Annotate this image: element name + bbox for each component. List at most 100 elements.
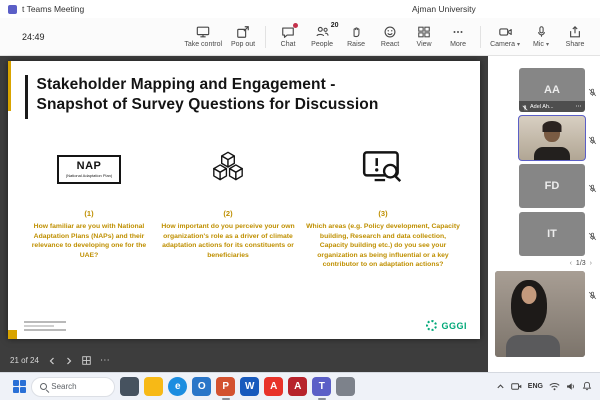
search-icon	[40, 383, 47, 390]
question-columns: NAP (National Adaptation Plan) (1) How f…	[8, 141, 480, 270]
edge-icon[interactable]: e	[168, 377, 187, 396]
screen-alert-icon	[360, 149, 406, 190]
participant-row: IT	[488, 212, 600, 256]
camera-icon	[498, 25, 513, 39]
mic-muted-icon	[588, 287, 597, 305]
title-rule	[25, 75, 28, 119]
camera-button[interactable]: Camera▾	[486, 23, 524, 50]
view-button[interactable]: View	[407, 23, 441, 50]
teams-icon[interactable]: T	[312, 377, 331, 396]
pagination-label: 1/3	[576, 260, 586, 267]
participant-more-button[interactable]: ⋯	[576, 103, 583, 110]
participant-tile-fd[interactable]: FD	[519, 164, 585, 208]
page-next-button[interactable]: ›	[590, 260, 592, 267]
gggi-logo-text: GGGI	[441, 321, 467, 331]
take-control-button[interactable]: Take control	[180, 23, 226, 50]
more-options-button[interactable]: ⋯	[100, 358, 111, 364]
windows-taskbar: Search e O P W A A T ENG	[0, 372, 600, 400]
question-column-2: (2) How important do you perceive your o…	[157, 141, 299, 270]
more-button[interactable]: More	[441, 23, 475, 50]
file-explorer-icon[interactable]	[144, 377, 163, 396]
participant-tile-aa[interactable]: AA Adel Ah... ⋯	[519, 68, 585, 112]
raise-hand-button[interactable]: Raise	[339, 23, 373, 50]
gggi-ring-icon	[426, 320, 437, 331]
acrobat-icon[interactable]: A	[264, 377, 283, 396]
view-label: View	[417, 41, 432, 48]
language-indicator[interactable]: ENG	[528, 383, 543, 390]
pop-out-label: Pop out	[231, 41, 255, 48]
camera-label: Camera	[490, 41, 515, 48]
search-label: Search	[51, 382, 76, 391]
mic-label: Mic	[533, 41, 544, 48]
people-icon	[315, 25, 330, 39]
participant-tile-it[interactable]: IT	[519, 212, 585, 256]
start-button[interactable]	[13, 380, 26, 393]
people-button[interactable]: 20 People	[305, 23, 339, 50]
window-title: t Teams Meeting	[22, 4, 84, 14]
tray-expand-icon[interactable]	[496, 378, 505, 396]
participant-tile-video[interactable]	[519, 116, 585, 160]
question-number: (2)	[223, 209, 232, 218]
main-area: Stakeholder Mapping and Engagement - Sna…	[0, 56, 600, 372]
desktop-app-icon[interactable]	[120, 377, 139, 396]
powerpoint-icon[interactable]: P	[216, 377, 235, 396]
question-number: (1)	[84, 209, 93, 218]
notification-bell-icon[interactable]	[582, 378, 592, 396]
share-button[interactable]: Share	[558, 23, 592, 50]
react-label: React	[381, 41, 399, 48]
more-dots-icon	[451, 25, 465, 39]
avatar-initials: IT	[519, 212, 585, 256]
question-column-3: (3) Which areas (e.g. Policy development…	[302, 141, 464, 270]
toolbar-separator	[265, 26, 266, 48]
chevron-down-icon[interactable]: ▾	[546, 41, 549, 48]
smiley-icon	[383, 25, 397, 39]
nap-box-icon: NAP (National Adaptation Plan)	[57, 155, 121, 184]
slide-title-line2: Snapshot of Survey Questions for Discuss…	[37, 95, 379, 115]
chat-notification-dot	[293, 23, 298, 28]
previous-slide-button[interactable]	[48, 357, 56, 365]
chat-button[interactable]: Chat	[271, 23, 305, 50]
slide-title-line1: Stakeholder Mapping and Engagement -	[37, 75, 379, 95]
share-icon	[568, 25, 582, 39]
monitor-icon	[196, 25, 210, 39]
chevron-down-icon[interactable]: ▾	[517, 41, 520, 48]
react-button[interactable]: React	[373, 23, 407, 50]
participant-row: FD	[488, 164, 600, 208]
chat-label: Chat	[281, 41, 296, 48]
raise-label: Raise	[347, 41, 365, 48]
settings-app-icon[interactable]	[336, 377, 355, 396]
pop-out-button[interactable]: Pop out	[226, 23, 260, 50]
grid-view-button[interactable]	[82, 356, 91, 365]
nap-label: NAP	[66, 160, 112, 172]
page-prev-button[interactable]: ‹	[570, 260, 572, 267]
participants-pagination: ‹ 1/3 ›	[488, 260, 600, 267]
participants-sidebar: AA Adel Ah... ⋯	[488, 56, 600, 372]
self-video-tile[interactable]	[495, 271, 585, 357]
organization-label: Ajman University	[412, 4, 476, 14]
mic-muted-icon	[522, 98, 528, 113]
people-count-badge: 20	[331, 22, 339, 29]
word-icon[interactable]: W	[240, 377, 259, 396]
tray-camera-icon[interactable]	[511, 378, 522, 396]
people-label: People	[311, 41, 333, 48]
participant-video	[519, 116, 585, 160]
slide-title: Stakeholder Mapping and Engagement - Sna…	[37, 75, 379, 119]
question-text: Which areas (e.g. Policy development, Ca…	[305, 222, 461, 270]
cubes-icon	[207, 151, 249, 187]
wifi-icon[interactable]	[549, 378, 560, 396]
mic-button[interactable]: Mic▾	[524, 23, 558, 50]
volume-icon[interactable]	[566, 378, 576, 396]
take-control-label: Take control	[184, 41, 222, 48]
control-group: Take control Pop out	[180, 23, 260, 50]
taskbar-search[interactable]: Search	[31, 377, 115, 397]
acrobat-reader-icon[interactable]: A	[288, 377, 307, 396]
self-video	[495, 271, 585, 357]
next-slide-button[interactable]	[65, 357, 73, 365]
outlook-icon[interactable]: O	[192, 377, 211, 396]
system-tray: ENG	[496, 378, 594, 396]
slide-title-block: Stakeholder Mapping and Engagement - Sna…	[8, 61, 480, 119]
mic-muted-icon	[588, 84, 597, 102]
question-column-1: NAP (National Adaptation Plan) (1) How f…	[24, 141, 154, 270]
page-indicator: 21 of 24	[10, 356, 39, 365]
mic-icon	[535, 25, 548, 39]
